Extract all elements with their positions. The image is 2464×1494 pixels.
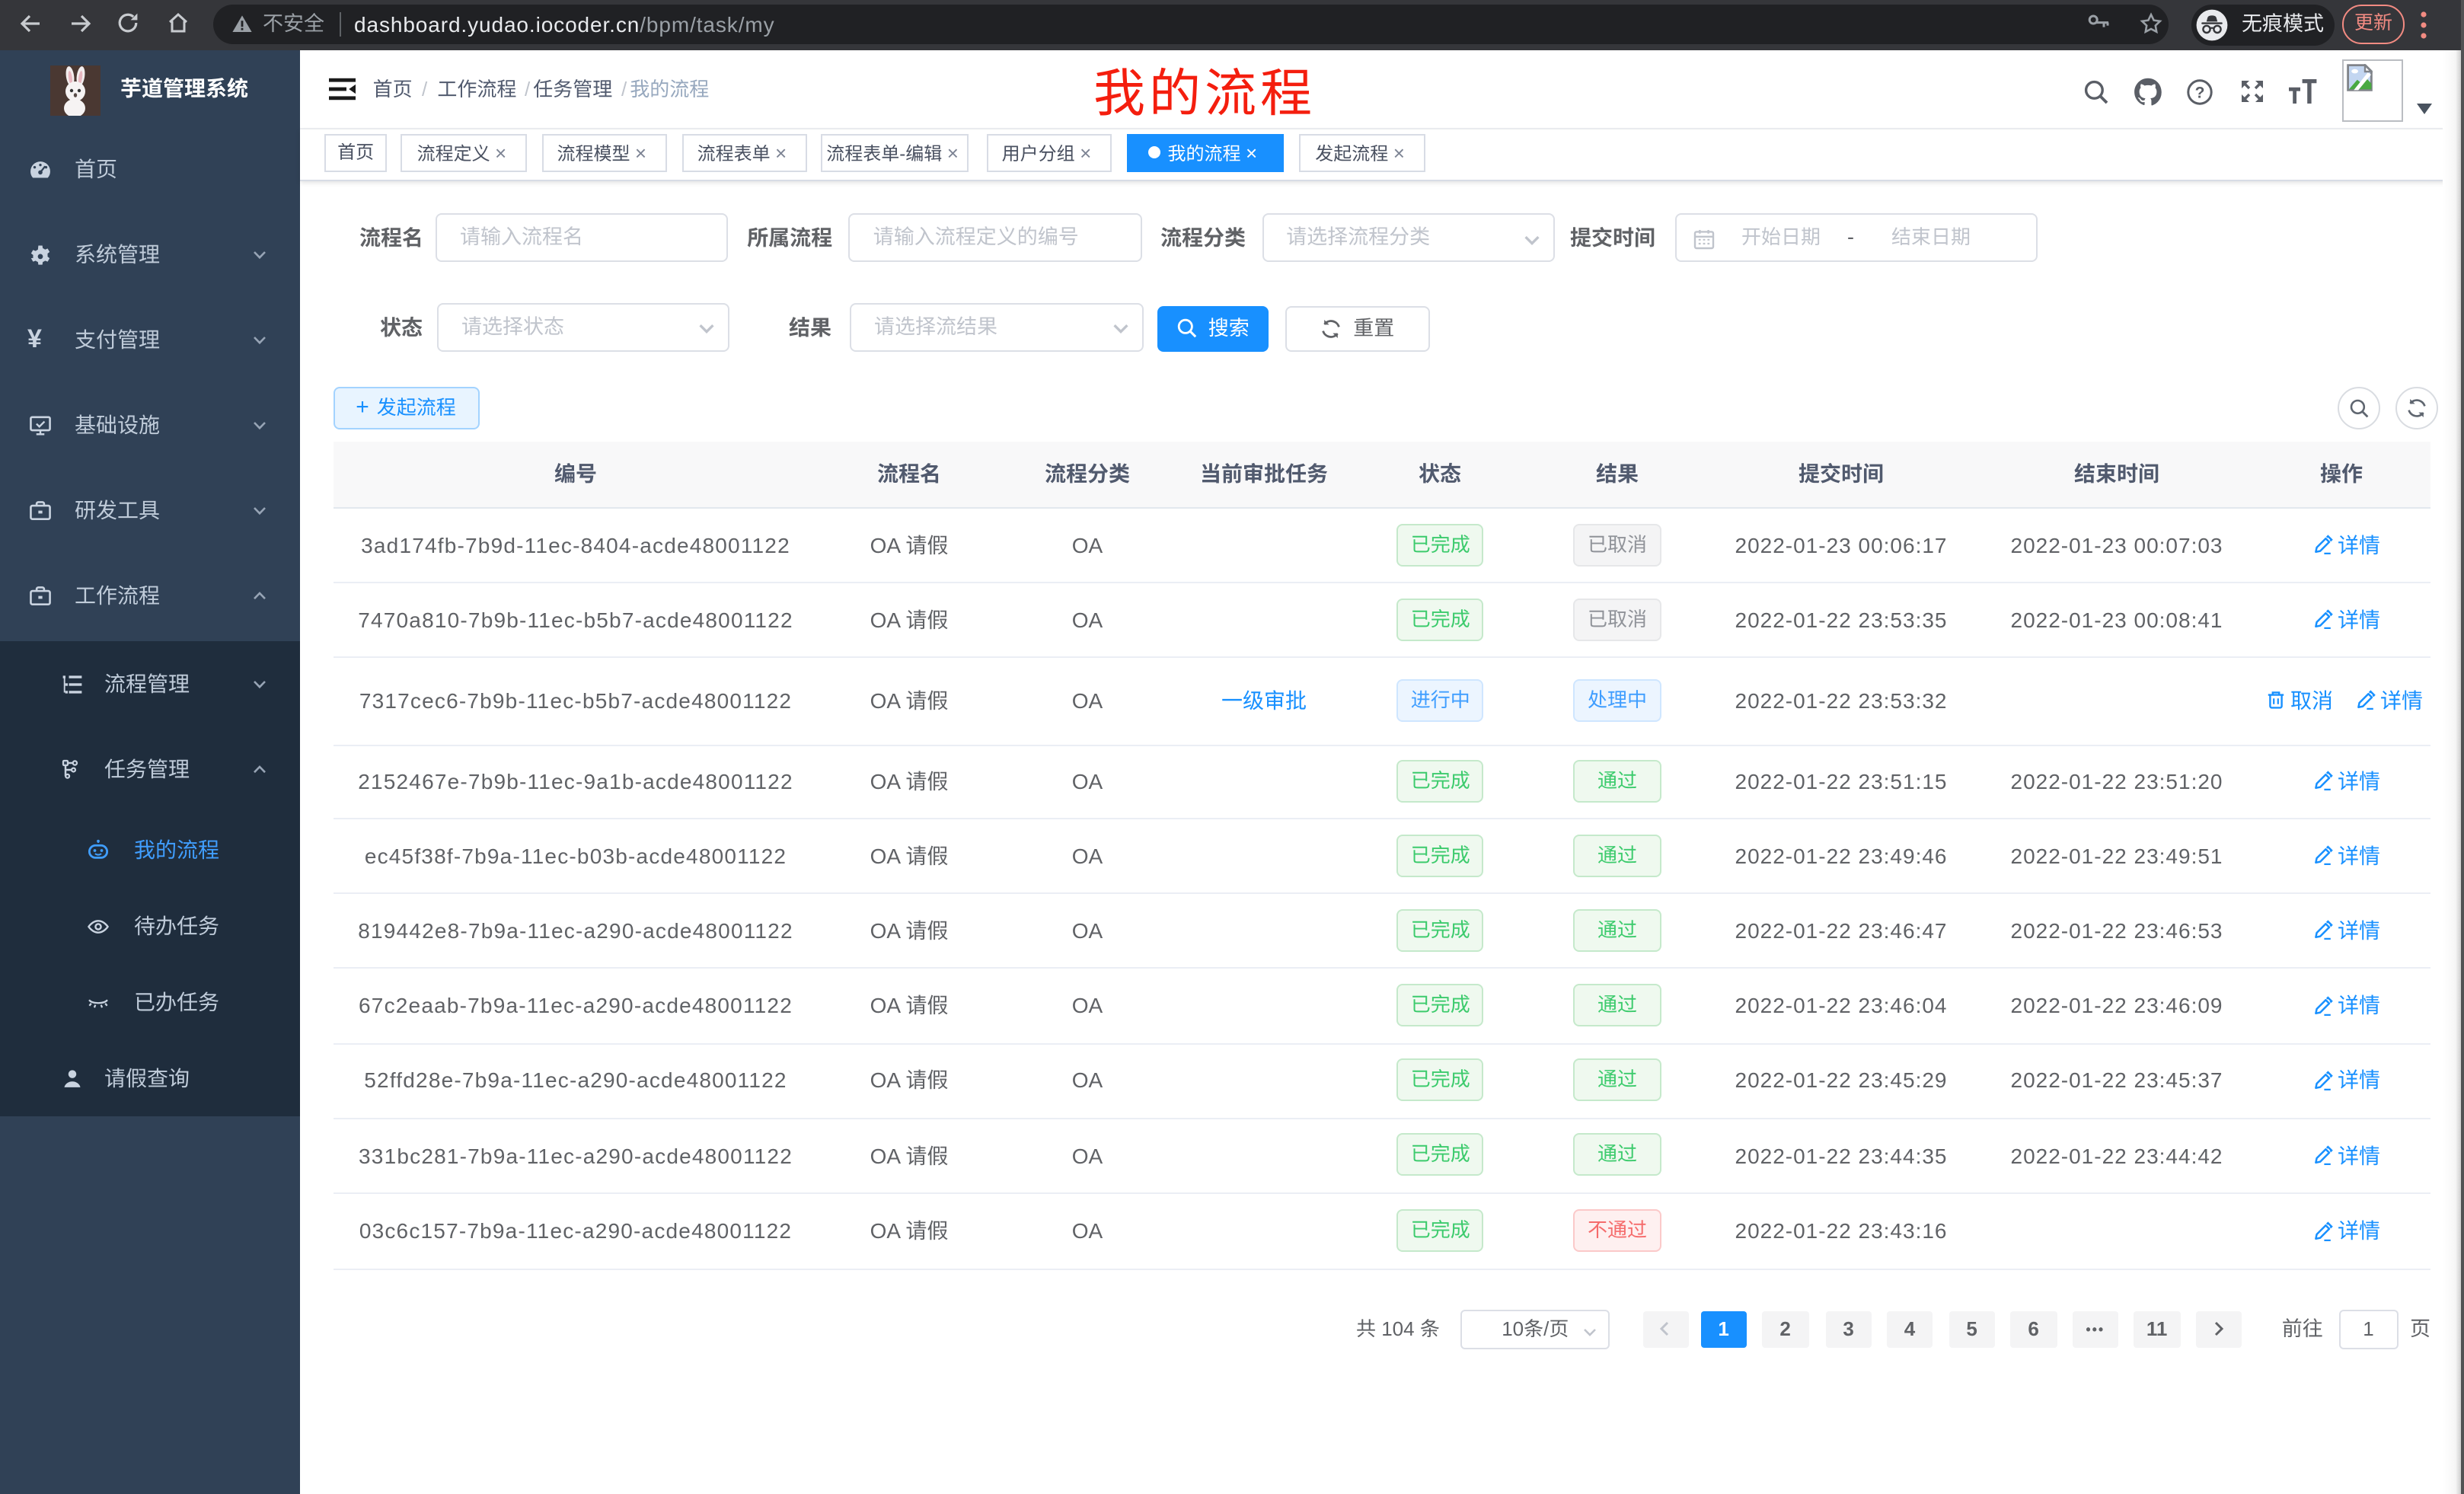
svg-text:?: ? xyxy=(2195,85,2205,102)
